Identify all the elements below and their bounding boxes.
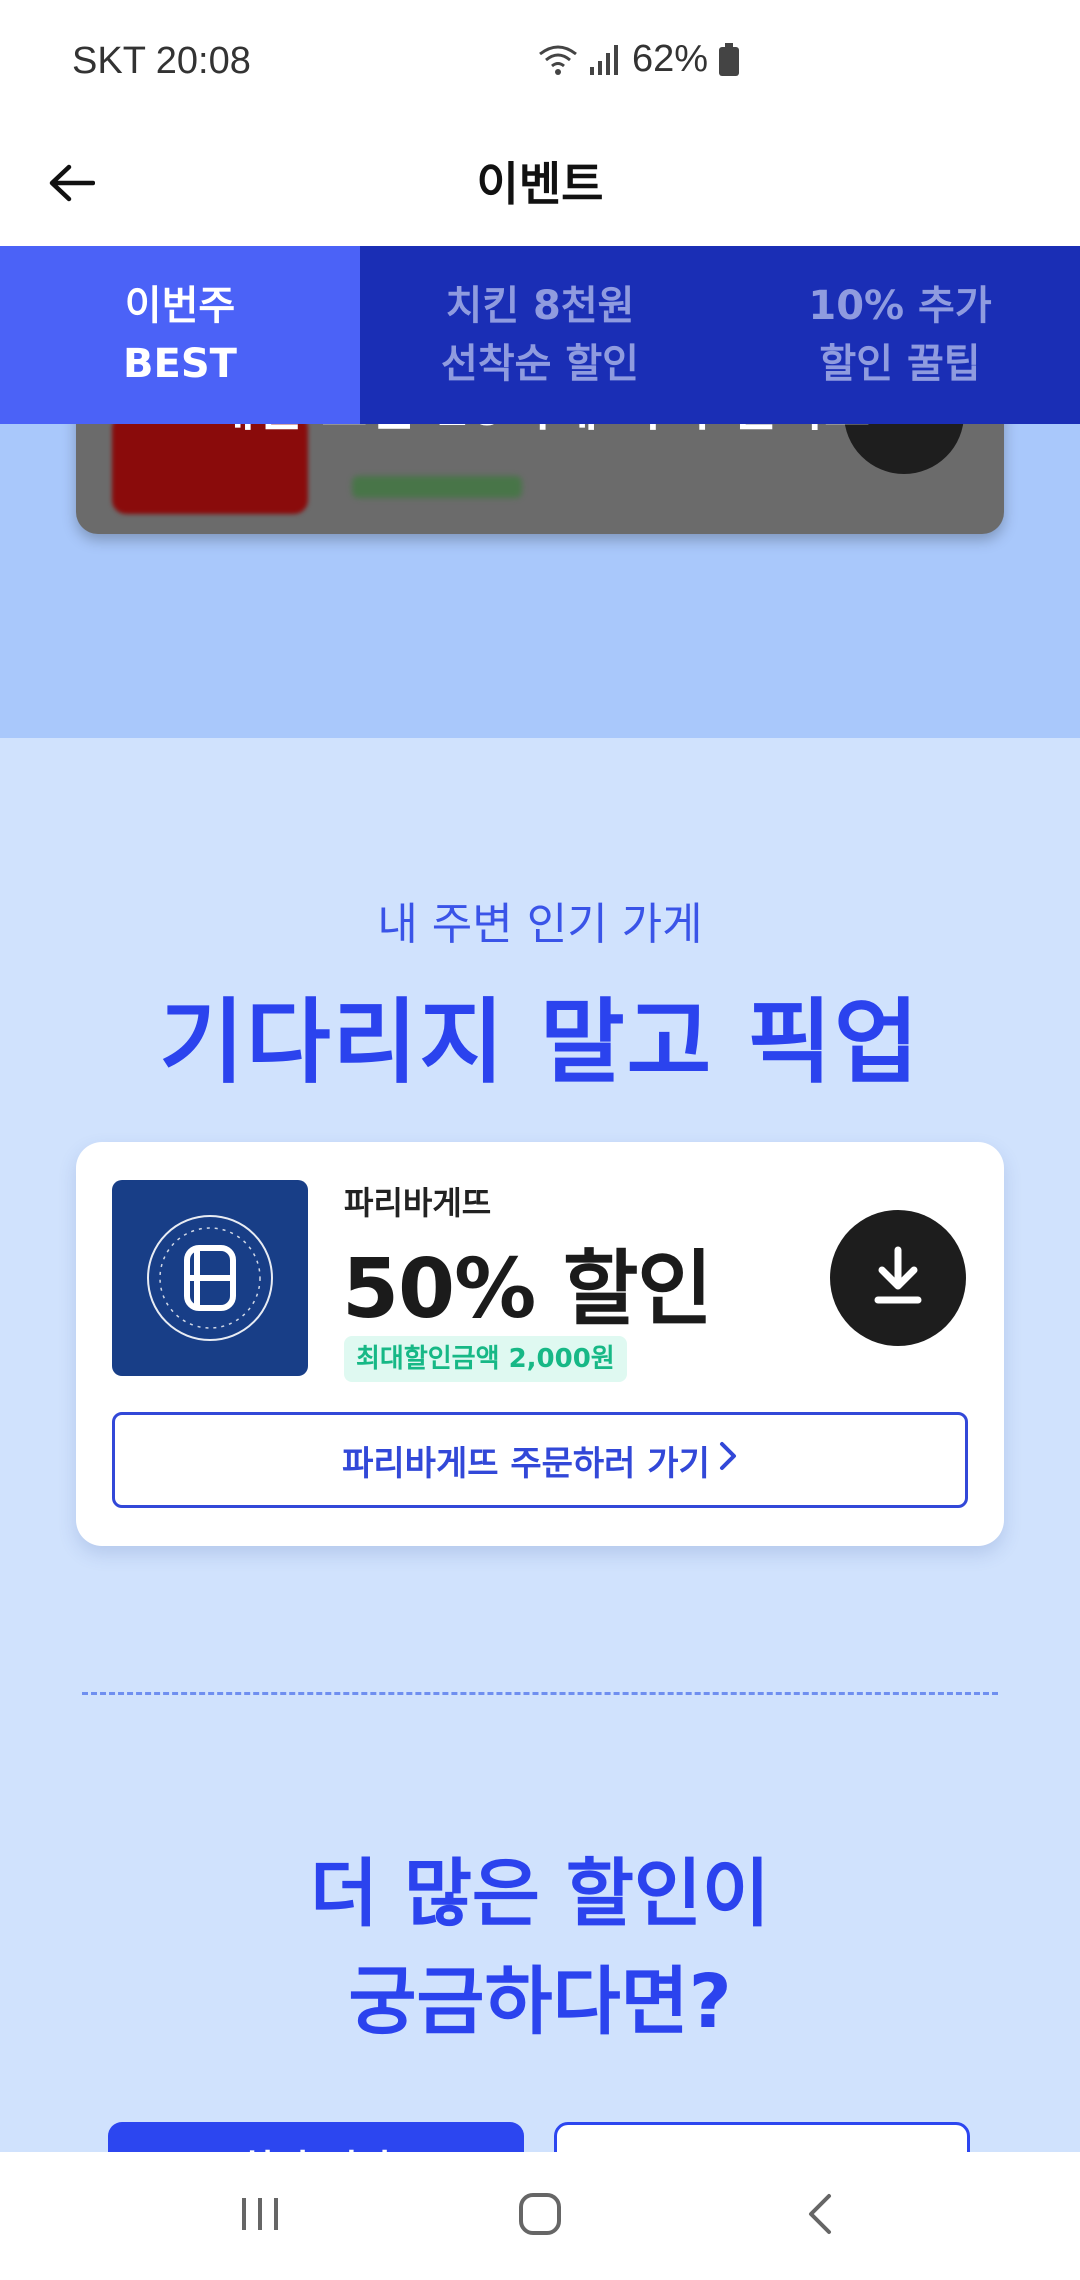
status-icons: 62% — [538, 38, 740, 81]
recent-apps-button[interactable] — [200, 2166, 320, 2266]
tab-weekly-best[interactable]: 이번주 BEST — [0, 246, 360, 424]
store-coupon-card: 파리바게뜨 50% 할인 최대할인금액 2,000원 파리바게뜨 주문하러 가기 — [76, 1142, 1004, 1546]
banner-section: 매일 오전 10시에 다시 열려요 — [0, 424, 1080, 738]
battery-icon — [718, 42, 740, 77]
tab-label-line1: 10% 추가 — [808, 283, 992, 329]
tab-label-line2: 선착순 할인 — [441, 341, 639, 387]
tab-chicken-deal[interactable]: 치킨 8천원 선착순 할인 — [360, 246, 720, 424]
system-back-button[interactable] — [760, 2166, 880, 2266]
paris-baguette-logo — [112, 1180, 308, 1376]
max-discount-badge: 최대할인금액 2,000원 — [344, 1336, 627, 1382]
recent-apps-icon — [238, 2194, 282, 2238]
tab-label-line2: 할인 꿀팁 — [819, 341, 981, 387]
more-title-line1: 더 많은 할인이 — [309, 1851, 770, 1937]
chevron-right-icon — [718, 1440, 738, 1481]
tab-extra-discount-tips[interactable]: 10% 추가 할인 꿀팁 — [720, 246, 1080, 424]
home-button[interactable] — [480, 2166, 600, 2266]
order-store-button[interactable]: 파리바게뜨 주문하러 가기 — [112, 1412, 968, 1508]
system-nav-bar — [0, 2152, 1080, 2280]
status-carrier-time: SKT 20:08 — [72, 40, 251, 82]
signal-icon — [588, 43, 622, 77]
tab-label-line2: BEST — [123, 341, 237, 387]
store-name: 파리바게뜨 — [344, 1184, 492, 1222]
event-tab-bar: 이번주 BEST 치킨 8천원 선착순 할인 10% 추가 할인 꿀팁 — [0, 246, 1080, 424]
pickup-section: 내 주변 인기 가게 기다리지 말고 픽업 파리바게뜨 50% 할인 최대할인금… — [0, 738, 1080, 2202]
download-icon — [870, 1246, 926, 1310]
app-header: 이벤트 — [0, 124, 1080, 246]
order-button-label: 파리바게뜨 주문하러 가기 — [342, 1443, 710, 1484]
pickup-title: 기다리지 말고 픽업 — [159, 989, 921, 1096]
more-discounts-title: 더 많은 할인이 궁금하다면? — [0, 1840, 1080, 2056]
coupon-closed-banner: 매일 오전 10시에 다시 열려요 — [76, 424, 1004, 534]
wifi-icon — [538, 42, 578, 78]
more-title-line2: 궁금하다면? — [348, 1959, 732, 2045]
status-bar: SKT 20:08 62% — [0, 0, 1080, 124]
page-title: 이벤트 — [476, 157, 604, 211]
banner-image-caption — [352, 476, 522, 498]
section-divider — [82, 1692, 998, 1695]
home-icon — [517, 2191, 563, 2241]
back-icon — [805, 2192, 835, 2240]
battery-text: 62% — [631, 38, 708, 80]
coupon-download-button[interactable] — [830, 1210, 966, 1346]
tab-label-line1: 이번주 — [124, 283, 236, 329]
tab-label-line1: 치킨 8천원 — [445, 283, 635, 329]
pickup-subtitle: 내 주변 인기 가게 — [377, 899, 703, 950]
banner-text: 매일 오전 10시에 다시 열려요 — [76, 424, 1004, 440]
store-discount: 50% 할인 — [342, 1242, 713, 1337]
